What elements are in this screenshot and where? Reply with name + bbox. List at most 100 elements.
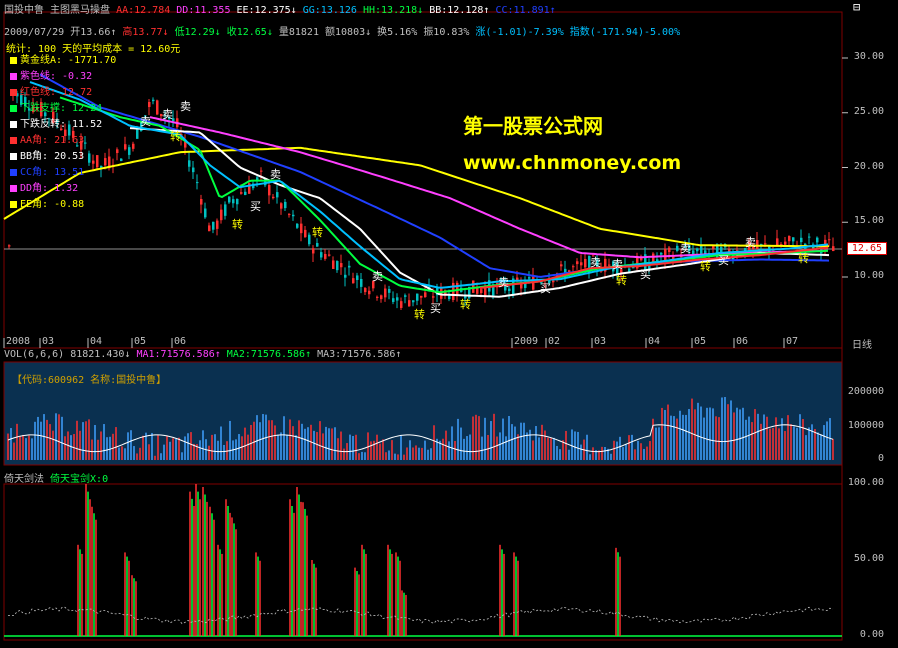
legend-item: 下跌支撑: 12.24 xyxy=(10,102,102,116)
indicator-axis-label: 0.00 xyxy=(859,629,884,640)
candle-body xyxy=(580,262,583,266)
candle-body xyxy=(200,198,203,205)
signal-marker: 卖 xyxy=(498,276,509,289)
cc-value: CC:11.891↑ xyxy=(495,5,556,16)
candle-body xyxy=(328,254,331,256)
legend-item: CC角: 13.51 xyxy=(10,166,84,180)
vol-ma1: MA1:71576.586↑ xyxy=(136,349,221,360)
dd-value: DD:11.355 xyxy=(176,5,231,16)
candle-body xyxy=(116,149,119,154)
candle-body xyxy=(396,297,399,301)
candle-body xyxy=(376,296,379,298)
close: 收12.65↓ xyxy=(226,27,273,38)
maximize-icon[interactable]: ⊟ xyxy=(853,0,860,14)
period-label[interactable]: 日线 xyxy=(852,336,872,351)
turnover: 换5.16% xyxy=(377,27,418,38)
candle-body xyxy=(800,237,803,243)
candle-body xyxy=(224,204,227,216)
candle-body xyxy=(228,196,231,203)
candle-body xyxy=(776,238,779,246)
stock-name: 国投中鲁 xyxy=(4,5,44,16)
signal-marker: 转 xyxy=(700,259,711,273)
candle-body xyxy=(192,167,195,173)
indicator-line: 倚天宝剑X:0 xyxy=(50,474,109,485)
date: 2009/07/29 xyxy=(4,27,65,38)
candle-body xyxy=(132,143,135,149)
signal-marker: 转 xyxy=(616,273,627,287)
signal-marker: 卖 xyxy=(140,115,151,128)
volume-axis-label: 100000 xyxy=(847,419,884,431)
candle-body xyxy=(660,252,663,255)
candle-body xyxy=(276,192,279,198)
chart-canvas[interactable]: 卖卖卖卖卖 卖卖 卖卖 卖买买买买买转转转转转转转转 xyxy=(0,0,898,648)
candle-body xyxy=(88,153,91,163)
candle-body xyxy=(92,160,95,164)
signal-marker: 卖 xyxy=(270,168,281,181)
candle-body xyxy=(480,289,483,293)
candle-body xyxy=(220,209,223,221)
signal-marker: 买 xyxy=(430,302,441,315)
legend-label: BB角: 20.53 xyxy=(20,151,85,162)
candle-body xyxy=(664,249,667,261)
candle-body xyxy=(424,292,427,298)
candle-body xyxy=(668,247,671,253)
candle-body xyxy=(340,263,343,268)
legend-swatch xyxy=(10,56,17,64)
legend-label: 下跌支撑: 12.24 xyxy=(20,103,103,114)
volume: 量81821 xyxy=(278,27,319,38)
legend-label: 红色线: 12.72 xyxy=(20,87,93,98)
candle-body xyxy=(156,100,159,115)
date-label: 03 xyxy=(42,336,55,347)
legend-item: BB角: 20.53 xyxy=(10,150,84,164)
candle-body xyxy=(528,277,531,279)
price-axis-label: 30.00 xyxy=(853,51,884,62)
candle-body xyxy=(296,223,299,228)
candle-body xyxy=(356,275,359,280)
candle-body xyxy=(324,253,327,259)
candle-body xyxy=(404,295,407,297)
legend-label: DD角: 1.32 xyxy=(20,183,79,194)
candle-body xyxy=(364,288,367,293)
date-label: 07 xyxy=(786,336,799,347)
candle-body xyxy=(412,300,415,303)
low: 低12.29↓ xyxy=(174,27,221,38)
legend-swatch xyxy=(10,136,17,144)
candle-body xyxy=(368,290,371,295)
chart-type: 主图黑马操盘 xyxy=(50,5,111,16)
legend-swatch xyxy=(10,152,17,160)
volume-axis-label: 200000 xyxy=(847,386,884,397)
signal-marker: 买 xyxy=(640,268,651,281)
hh-value: HH:13.218↓ xyxy=(362,5,424,16)
candle-body xyxy=(104,158,107,166)
signal-marker: 转 xyxy=(414,307,425,321)
candle-body xyxy=(756,239,759,249)
candle-body xyxy=(208,225,211,232)
legend-swatch xyxy=(10,184,17,192)
candle-body xyxy=(656,259,659,261)
candle-body xyxy=(84,142,87,144)
candle-body xyxy=(552,280,555,283)
candle-body xyxy=(292,214,295,217)
signal-marker: 转 xyxy=(170,129,181,143)
legend-label: AA角: 21.63 xyxy=(20,135,85,146)
header-line-1: 国投中鲁 主图黑马操盘 AA:12.784 DD:11.355 EE:12.37… xyxy=(4,1,556,16)
legend-swatch xyxy=(10,120,17,128)
watermark-url: www.chnmoney.com xyxy=(463,152,682,174)
signal-marker: 转 xyxy=(460,297,471,311)
candle-body xyxy=(280,203,283,209)
date-label: 04 xyxy=(90,336,103,347)
price-axis-label: 20.00 xyxy=(853,160,884,172)
legend-label: EE角: -0.88 xyxy=(20,199,85,210)
candle-body xyxy=(312,248,315,254)
candle-body xyxy=(792,237,795,242)
signal-marker: 买 xyxy=(718,254,729,267)
legend-label: 下跌反转: 11.52 xyxy=(20,119,103,130)
legend-label: CC角: 13.51 xyxy=(20,167,85,178)
candle-body xyxy=(472,280,475,293)
candle-body xyxy=(304,229,307,238)
candle-body xyxy=(216,220,219,229)
candle-body xyxy=(272,196,275,199)
candle-body xyxy=(128,147,131,155)
stock-info: 【代码:600962 名称:国投中鲁】 xyxy=(12,375,167,386)
change: 涨(-1.01)-7.39% xyxy=(475,27,564,38)
